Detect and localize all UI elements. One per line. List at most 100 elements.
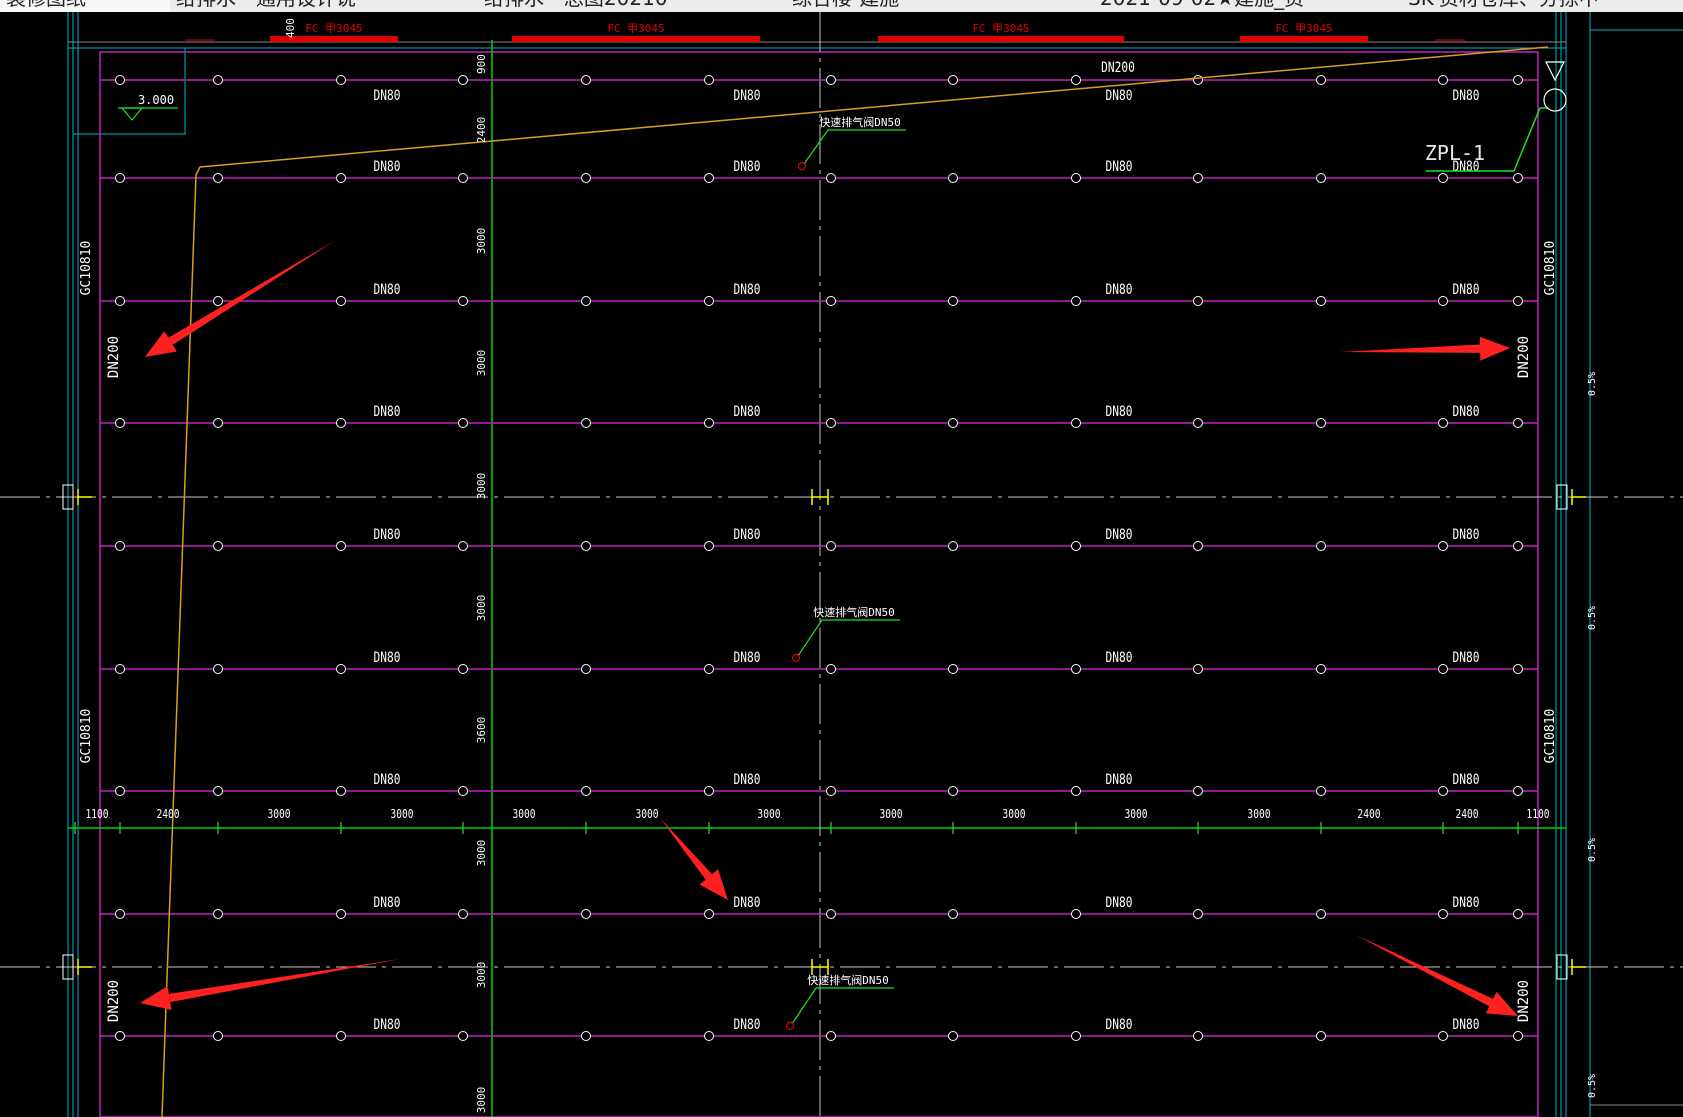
elevation-marker [120,107,144,121]
sprinkler-head-icon [336,664,346,674]
sprinkler-head-icon [1071,909,1081,919]
pipe-size-label: DN80 [1453,281,1480,298]
sprinkler-head-icon [704,664,714,674]
fire-door-label: FC 甲3045 [972,22,1029,35]
main-pipe-size-label: DN200 [106,336,122,378]
pipe-size-label: DN80 [374,894,401,911]
sprinkler-head-icon [213,664,223,674]
dimension-label: 3600 [475,717,488,744]
sprinkler-head-icon [1438,909,1448,919]
sprinkler-head-icon [826,541,836,551]
pipe-size-label: DN80 [374,526,401,543]
tab-close-icon[interactable]: ··· [765,0,778,6]
sprinkler-head-icon [458,909,468,919]
document-tab-5[interactable]: 2021-09-02★建施_资 ··· [1094,0,1403,12]
sprinkler-head-icon [115,541,125,551]
document-tab-6[interactable]: SK-资材仓库、分拣中 ··· [1402,0,1683,12]
dimension-label: 3000 [1247,807,1270,821]
sprinkler-head-icon [1513,664,1523,674]
dimension-label: 3000 [267,807,290,821]
main-pipe-size-label: DN200 [1516,980,1532,1022]
pipe-size-label: DN80 [1106,771,1133,788]
dimension-label: 1100 [85,807,108,821]
sprinkler-head-icon [1438,173,1448,183]
main-supply-pipe [161,46,1549,1117]
dimension-label: 2400 [156,807,179,821]
sprinkler-head-icon [336,1031,346,1041]
sprinkler-head-icon [704,786,714,796]
sprinkler-head-icon [458,296,468,306]
sprinkler-head-icon [1071,173,1081,183]
dimension-label: 2400 [1455,807,1478,821]
document-tab-label: 给排水 - 通用设计说 [176,0,356,9]
dimension-label: 400 [284,18,297,38]
pipe-size-label: DN80 [734,403,761,420]
tab-close-icon[interactable]: ··· [1662,0,1675,6]
dimension-label: 3000 [475,595,488,622]
pipe-size-label: DN80 [734,281,761,298]
sprinkler-head-icon [704,75,714,85]
sprinkler-head-icon [1513,541,1523,551]
pipe-size-label: DN80 [1106,526,1133,543]
dimension-label: 2400 [1357,807,1380,821]
pipe-size-label: DN80 [1453,526,1480,543]
tab-close-icon[interactable]: ··· [1381,0,1394,6]
sprinkler-head-icon [336,541,346,551]
sprinkler-head-icon [458,173,468,183]
annotation-arrow [1356,935,1518,1016]
pipe-size-label: DN80 [734,87,761,104]
pipe-size-label: DN80 [734,894,761,911]
sprinkler-head-icon [1193,75,1203,85]
sprinkler-head-icon [581,418,591,428]
sprinkler-head-icon [826,1031,836,1041]
pipe-size-label: DN80 [374,87,401,104]
dimension-label: 3000 [390,807,413,821]
sprinkler-head-icon [1071,664,1081,674]
pipe-size-label: DN80 [734,771,761,788]
main-pipe-size-label: DN200 [1516,336,1532,378]
pipe-size-label: DN80 [1106,1016,1133,1033]
air-valve-leader [791,987,894,1025]
annotation-arrow [660,818,728,900]
air-valve-leader [797,619,900,657]
sprinkler-head-icon [948,296,958,306]
annotation-arrow [145,240,336,357]
air-valve-label: 快速排气阀DN50 [807,973,889,987]
sprinkler-head-icon [581,1031,591,1041]
sprinkler-head-icon [826,173,836,183]
sprinkler-head-icon [948,541,958,551]
annotation-arrow [1340,336,1510,361]
sprinkler-head-icon [1513,296,1523,306]
dimension-label: 3000 [635,807,658,821]
sprinkler-head-icon [826,786,836,796]
sprinkler-head-icon [1513,786,1523,796]
document-tab-4[interactable]: 综合楼-建施 ··· [786,0,1095,12]
cad-drawing-canvas[interactable]: FC 甲3045 FC 甲3045 FC 甲3045 FC 甲3045 DN80 DN80… [0,12,1683,1117]
tab-close-icon[interactable]: ··· [1073,0,1086,6]
sprinkler-head-icon [704,296,714,306]
sprinkler-head-icon [336,786,346,796]
slope-label: 0.5% [1587,1074,1598,1098]
sprinkler-head-icon [1193,664,1203,674]
dimension-label: 3000 [757,807,780,821]
sprinkler-head-icon [458,541,468,551]
dimension-label: 3000 [1002,807,1025,821]
sprinkler-head-icon [948,909,958,919]
tab-close-icon[interactable]: ··· [149,0,162,6]
sprinkler-head-icon [1513,1031,1523,1041]
sprinkler-head-icon [1316,909,1326,919]
sprinkler-head-icon [581,786,591,796]
document-tab-2[interactable]: 给排水 - 通用设计说 ··· [170,0,479,12]
dimension-label: 3000 [512,807,535,821]
sprinkler-head-icon [1438,296,1448,306]
sprinkler-head-icon [581,664,591,674]
document-tab-3[interactable]: 给排水 - 总图20210 ··· [478,0,787,12]
pipe-size-label: DN80 [1106,403,1133,420]
sprinkler-head-icon [948,1031,958,1041]
document-tab-1[interactable]: 装修图纸 ··· [0,0,171,12]
wall-type-label: GC10810 [1543,709,1558,764]
wall-type-label: GC10810 [1543,241,1558,296]
tab-close-icon[interactable]: ··· [457,0,470,6]
sprinkler-head-icon [1193,418,1203,428]
air-valve-label: 快速排气阀DN50 [819,115,901,129]
